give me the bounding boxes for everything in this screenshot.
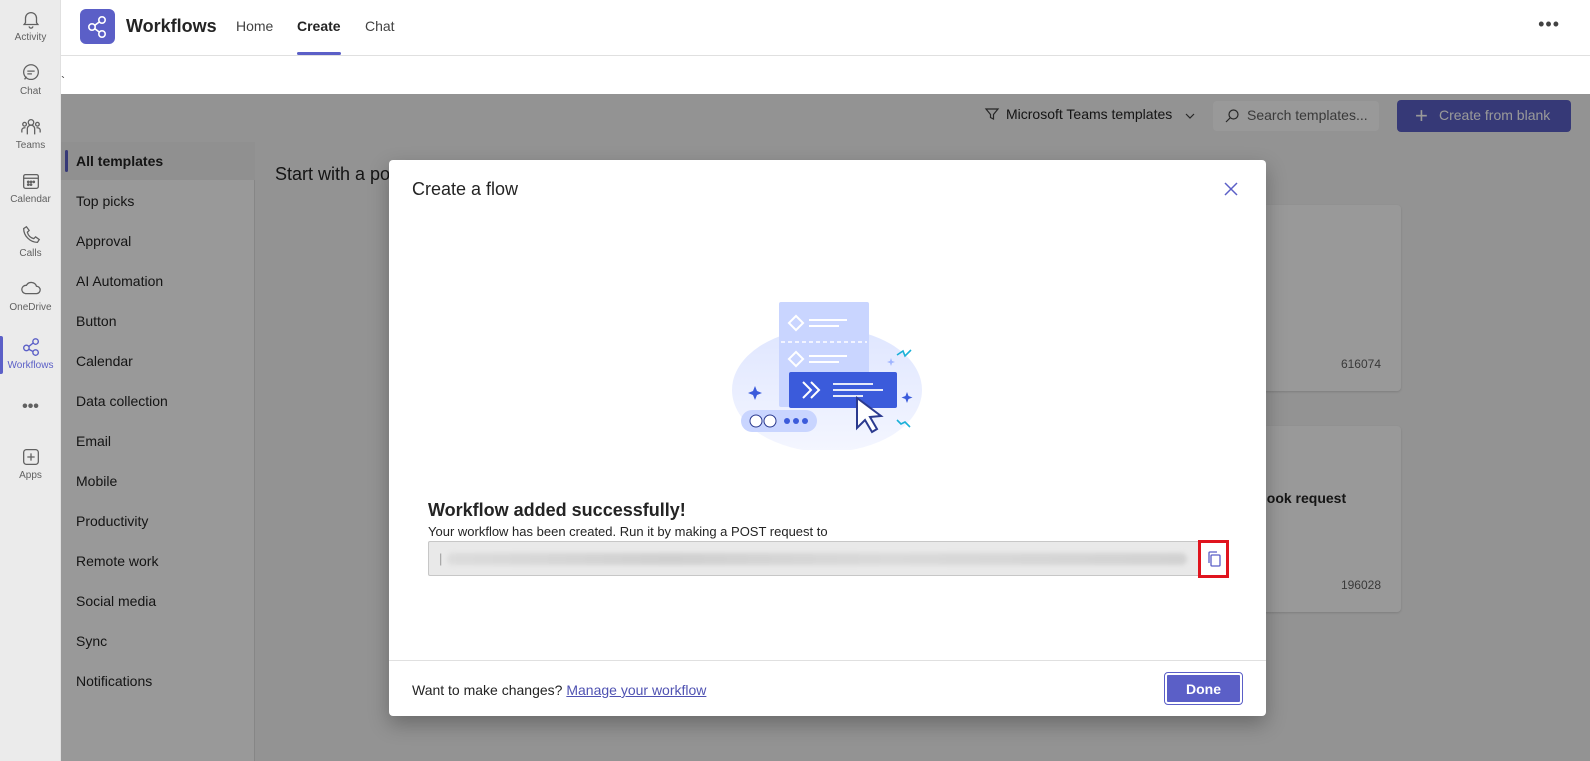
rail-label: Calls [19,248,42,259]
footer-prompt: Want to make changes? Manage your workfl… [412,682,706,698]
footer-question: Want to make changes? [412,682,563,698]
app-title: Workflows [126,16,217,36]
manage-workflow-link[interactable]: Manage your workflow [566,682,706,698]
tab-chat[interactable]: Chat [365,18,395,34]
rail-label: OneDrive [9,302,52,313]
rail-label: Teams [15,140,46,151]
rail-label: Calendar [10,194,51,205]
rail-item-apps[interactable]: Apps [0,442,61,492]
add-app-icon [22,449,39,465]
workflows-icon [22,338,39,356]
redacted-url-blur [447,553,1187,565]
webhook-url-value: | [439,551,443,566]
rail-label: Activity [14,32,47,43]
copy-url-button[interactable] [1198,540,1229,578]
teams-icon [20,119,41,135]
done-button[interactable]: Done [1164,672,1243,705]
success-description: Your workflow has been created. Run it b… [428,524,828,539]
chat-icon [22,64,39,81]
close-icon[interactable] [1222,180,1240,198]
more-options-button[interactable]: ••• [1538,14,1560,35]
rail-label: Apps [19,470,42,481]
calendar-icon [22,173,39,189]
tab-create[interactable]: Create [297,18,341,34]
rail-item-chat[interactable]: Chat [0,58,61,108]
rail-item-onedrive[interactable]: OneDrive [0,274,61,324]
app-header: Workflows Home Create Chat ••• [61,0,1590,56]
workflows-logo-icon [80,9,115,44]
active-tab-indicator [297,52,341,55]
rail-item-activity[interactable]: Activity [0,4,61,54]
create-flow-dialog: Create a flow Workflow added successfull… [389,160,1266,716]
copy-icon [1208,551,1221,567]
stray-mark: ` [61,74,65,88]
app-rail: Activity Chat Teams Calendar Calls OneDr… [0,0,61,761]
cloud-icon [20,281,41,295]
rail-item-workflows[interactable]: Workflows [0,332,61,382]
success-heading: Workflow added successfully! [428,500,686,520]
rail-label: Chat [19,86,42,97]
rail-item-calls[interactable]: Calls [0,220,61,270]
sub-header: ` [61,56,1590,94]
rail-item-teams[interactable]: Teams [0,112,61,162]
bell-icon [22,12,39,29]
dialog-title: Create a flow [412,179,519,199]
phone-icon [22,225,40,243]
webhook-url-field[interactable]: | [428,541,1204,576]
rail-more-button[interactable]: ••• [0,398,61,422]
dialog-footer: Want to make changes? Manage your workfl… [389,660,1266,716]
rail-item-calendar[interactable]: Calendar [0,166,61,216]
workflow-success-illustration [732,302,922,450]
rail-label: Workflows [7,360,54,371]
tab-home[interactable]: Home [236,18,273,34]
